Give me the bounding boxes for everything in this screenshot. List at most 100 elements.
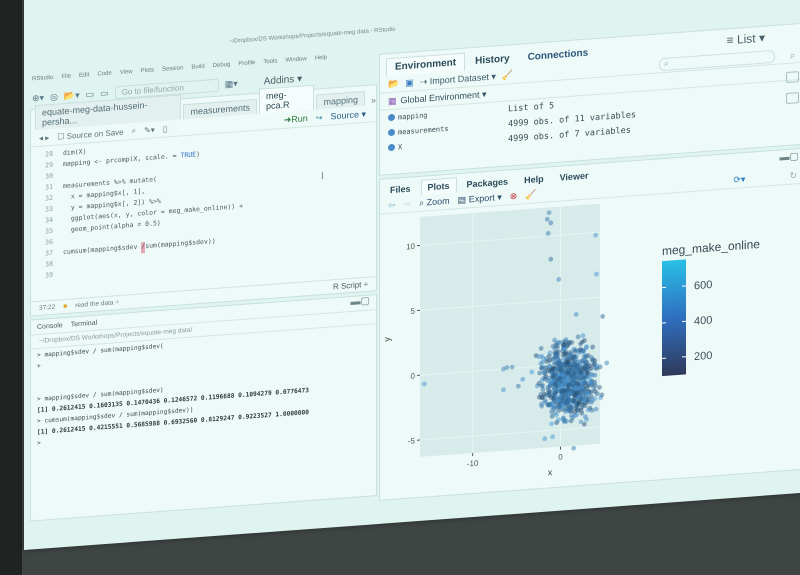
x-axis-label: x <box>548 467 553 477</box>
view-mode-label: List ▾ <box>736 30 765 47</box>
window-title: ~/Dropbox/DS Workshops/Projects/equate-m… <box>229 26 396 45</box>
menu-item[interactable]: Profile <box>238 60 255 67</box>
save-workspace-icon[interactable]: ▣ <box>405 77 414 89</box>
import-dataset-button[interactable]: ⇢ Import Dataset ▾ <box>420 71 496 88</box>
menu-item[interactable]: Build <box>191 64 204 71</box>
menu-item[interactable]: RStudio <box>32 75 53 83</box>
addins-menu[interactable]: Addins ▾ <box>264 73 302 87</box>
menu-item[interactable]: Code <box>97 71 111 78</box>
zoom-label: Zoom <box>426 195 450 207</box>
source-button[interactable]: Source ▾ <box>330 108 366 122</box>
y-axis-label: y <box>382 336 392 342</box>
import-dataset-label: Import Dataset ▾ <box>429 70 496 86</box>
new-file-icon[interactable]: ⊕▾ <box>32 92 44 104</box>
export-button[interactable]: ▤ Export ▾ <box>458 191 502 205</box>
room-wall <box>0 0 22 575</box>
import-icon: ⇢ <box>419 75 428 87</box>
tab-help[interactable]: Help <box>518 171 550 187</box>
zoom-button[interactable]: ⌕ Zoom <box>419 195 450 208</box>
legend-tick-label: 200 <box>694 350 712 363</box>
file-type-selector[interactable]: R Script ÷ <box>333 280 368 292</box>
menu-item[interactable]: Session <box>162 65 183 73</box>
tab-terminal[interactable]: Terminal <box>71 319 97 328</box>
layout-icon[interactable]: ▦▾ <box>225 78 238 90</box>
run-label: Run <box>291 112 308 124</box>
open-project-icon[interactable]: ◎ <box>50 91 58 103</box>
legend-title: meg_make_online <box>662 237 760 258</box>
tab-files[interactable]: Files <box>384 181 417 197</box>
line-number: 39 <box>45 270 53 280</box>
console-pane: Console Terminal ▬▢ ~/Dropbox/DS Worksho… <box>30 294 377 522</box>
tab-plots[interactable]: Plots <box>420 177 457 195</box>
y-tick-label: 5 <box>411 307 416 316</box>
menu-item[interactable]: Window <box>285 56 306 64</box>
zoom-icon: ⌕ <box>419 197 425 208</box>
variable-value: List of 5 <box>508 100 555 114</box>
back-icon[interactable]: ◂ ▸ <box>39 133 49 143</box>
projected-screen: ☁ ⛉ ▢ R equate-meg ~/Dropbox/DS Workshop… <box>24 0 800 551</box>
menu-item[interactable]: Tools <box>263 58 277 65</box>
back-arrow-icon[interactable]: ⇦ <box>388 199 396 211</box>
row-checkbox[interactable] <box>786 92 799 105</box>
data-point <box>600 313 606 319</box>
save-icon[interactable]: ▭ <box>86 88 95 100</box>
environment-icon: ▦ <box>388 95 397 106</box>
more-tabs-icon[interactable]: » <box>371 95 376 105</box>
export-icon: ▤ <box>457 194 467 205</box>
data-point <box>604 360 610 366</box>
text-cursor-icon: I <box>321 170 324 183</box>
broom-icon[interactable]: 🧹 <box>525 189 536 201</box>
menu-item[interactable]: Debug <box>213 62 231 69</box>
source-on-save-label: Source on Save <box>66 127 124 141</box>
tab-console[interactable]: Console <box>37 322 63 331</box>
export-label: Export ▾ <box>468 191 502 204</box>
menu-item[interactable]: Plots <box>141 67 154 74</box>
list-icon: ≡ <box>726 32 734 48</box>
x-tick-label: -10 <box>467 459 479 469</box>
rerun-icon[interactable]: ↪ <box>316 113 323 122</box>
open-file-icon[interactable]: 📂▾ <box>64 89 80 101</box>
code-editor[interactable]: 28 dim(X) 29 mapping <- prcomp(X, scale. = … <box>31 122 376 283</box>
publish-icon[interactable]: ⟳▾ <box>733 174 745 186</box>
scatter-plot: -10 0 -5 0 5 10 x y meg_make_online 200 400 600 <box>382 203 760 478</box>
source-pane: equate-meg-data-hussein-persha... measur… <box>30 84 377 317</box>
remove-plot-icon[interactable]: ⊗ <box>510 190 518 202</box>
data-point <box>571 445 577 451</box>
env-side-controls: ⌕ <box>786 50 799 105</box>
keyword: TRUE <box>180 150 197 160</box>
section-icon: ■ <box>63 302 68 311</box>
menu-item[interactable]: Help <box>315 55 327 62</box>
wand-icon[interactable]: ✎▾ <box>144 125 155 135</box>
refresh-icon[interactable]: ↻ <box>789 170 797 182</box>
source-tab-active[interactable]: meg-pca.R <box>258 84 315 114</box>
expand-icon[interactable] <box>388 143 395 152</box>
menu-item[interactable]: View <box>120 69 133 76</box>
source-on-save-checkbox[interactable]: ☐ Source on Save <box>57 127 123 141</box>
legend-tick-label: 600 <box>694 279 712 292</box>
notebook-icon[interactable]: ▯ <box>163 124 167 133</box>
menu-item[interactable]: Edit <box>79 72 89 79</box>
broom-icon[interactable]: 🧹 <box>502 70 513 82</box>
plots-pane: Files Plots Packages Help Viewer ▬▢ ⇦ ⇨ … <box>379 147 800 501</box>
y-tick-label: 10 <box>406 242 415 252</box>
run-button[interactable]: ➜Run <box>284 113 308 126</box>
load-workspace-icon[interactable]: 📂 <box>388 78 399 90</box>
tab-viewer[interactable]: Viewer <box>554 168 595 185</box>
code-text: ) <box>196 150 200 159</box>
expand-icon[interactable] <box>388 128 395 137</box>
minimize-maximize-icon[interactable]: ▬▢ <box>780 151 799 163</box>
section-navigator[interactable]: read the data ÷ <box>75 299 119 309</box>
forward-arrow-icon[interactable]: ⇨ <box>404 198 412 210</box>
variable-name: X <box>398 142 403 152</box>
search-icon[interactable]: ⌕ <box>132 126 136 136</box>
expand-icon[interactable] <box>388 113 395 122</box>
minimize-maximize-icon[interactable]: ▬▢ <box>351 296 370 308</box>
row-checkbox[interactable] <box>786 71 799 84</box>
print-icon[interactable]: ▭ <box>100 87 109 99</box>
view-mode-dropdown[interactable]: ≡ List ▾ <box>727 31 765 48</box>
data-point <box>599 392 605 398</box>
y-tick-label: 0 <box>411 372 416 381</box>
search-icon[interactable]: ⌕ <box>790 50 796 61</box>
menu-item[interactable]: File <box>61 74 71 81</box>
legend-tick-label: 400 <box>694 314 712 327</box>
